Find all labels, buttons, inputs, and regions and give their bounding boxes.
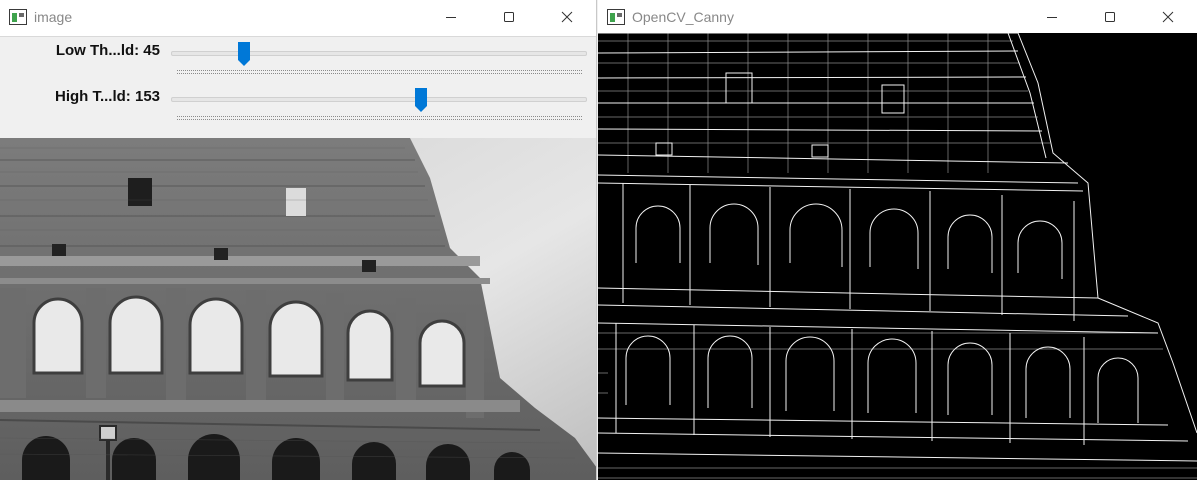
high-threshold-trackbar: High T...ld: 153 [0,85,596,125]
canny-window-title: OpenCV_Canny [632,8,734,25]
canny-window-titlebar[interactable]: OpenCV_Canny [598,0,1197,33]
high-threshold-label: High T...ld: 153 [54,88,160,105]
minimize-button[interactable] [422,0,480,33]
opencv-app-icon [607,8,625,25]
close-button[interactable] [538,0,596,33]
low-threshold-trackbar: Low Th...ld: 45 [0,39,596,79]
close-icon [561,11,573,22]
low-threshold-label: Low Th...ld: 45 [55,42,160,59]
canny-window: OpenCV_Canny [598,0,1197,480]
close-icon [1162,11,1174,22]
image-window-titlebar[interactable]: image [0,0,596,33]
maximize-icon [504,11,514,22]
minimize-button[interactable] [1023,0,1081,33]
low-threshold-thumb[interactable] [237,41,251,67]
low-threshold-ticks [177,70,582,74]
high-threshold-track[interactable] [171,97,587,102]
image-window: image Low Th...ld: 45 High T...ld: 153 [0,0,597,480]
maximize-icon [1105,11,1115,22]
image-window-title: image [34,8,73,25]
maximize-button[interactable] [480,0,538,33]
minimize-icon [446,16,456,18]
minimize-icon [1047,16,1057,18]
opencv-app-icon [9,8,27,25]
low-threshold-track[interactable] [171,51,587,56]
close-button[interactable] [1139,0,1197,33]
high-threshold-ticks [177,116,582,120]
colosseum-grayscale-image [0,138,596,480]
high-threshold-thumb[interactable] [414,87,428,113]
maximize-button[interactable] [1081,0,1139,33]
trackbar-panel: Low Th...ld: 45 High T...ld: 153 [0,36,596,138]
canny-edge-image [598,33,1197,480]
